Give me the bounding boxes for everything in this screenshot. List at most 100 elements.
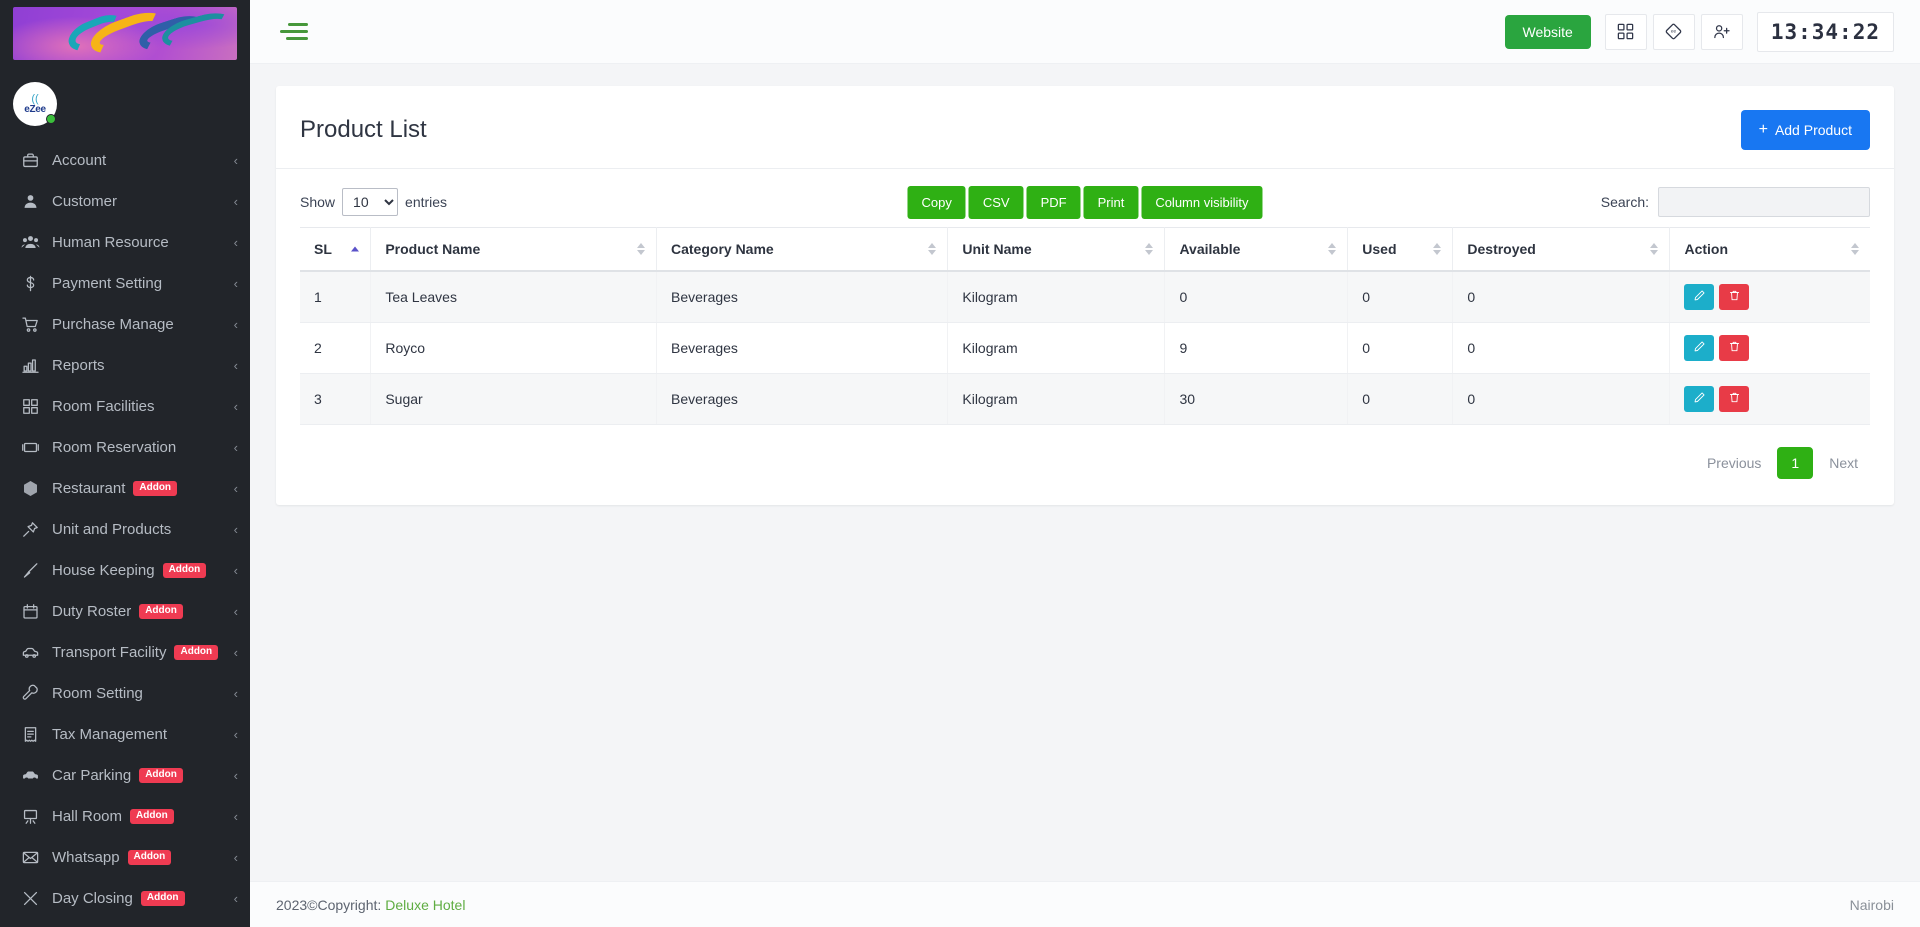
sort-indicator-icon [928,243,937,255]
sidebar: (( eZee Account ‹ Customer ‹ Human Resource ‹… [0,0,250,927]
column-header-product-name[interactable]: Product Name [370,227,657,272]
addon-badge: Addon [140,891,185,906]
addon-badge: Addon [133,481,178,496]
cell-action [1669,322,1870,374]
column-header-sl[interactable]: SL [300,227,372,272]
avatar[interactable]: (( eZee [13,82,57,126]
sidebar-item-tax-management[interactable]: Tax Management ‹ [0,714,250,755]
copy-button[interactable]: Copy [907,185,966,219]
brand-banner-image [13,7,237,60]
sidebar-item-label: Transport Facility [52,644,167,661]
search-input[interactable] [1658,187,1870,217]
edit-button[interactable] [1684,386,1715,412]
briefcase-icon [19,151,41,171]
bar-chart-icon [19,356,41,376]
column-visibility-button[interactable]: Column visibility [1141,185,1263,219]
sidebar-item-label: Restaurant [52,480,126,497]
column-header-unit-name[interactable]: Unit Name [947,227,1166,272]
pagination-next[interactable]: Next [1817,448,1870,478]
sidebar-item-customer[interactable]: Customer ‹ [0,181,250,222]
product-table: SL Product Name Category Name Unit Name Avai… [300,227,1870,425]
website-button[interactable]: Website [1504,14,1591,49]
column-header-available[interactable]: Available [1164,227,1349,272]
svg-text:ee: ee [1671,29,1677,34]
apps-grid-icon[interactable] [1604,13,1647,50]
pdf-button[interactable]: PDF [1026,185,1081,219]
sidebar-item-duty-roster[interactable]: Duty Roster Addon ‹ [0,591,250,632]
sidebar-item-transport-facility[interactable]: Transport Facility Addon ‹ [0,632,250,673]
column-header-destroyed[interactable]: Destroyed [1452,227,1671,272]
pin-icon [19,520,41,540]
print-button[interactable]: Print [1083,185,1139,219]
cell-destroyed: 0 [1452,271,1671,323]
table-body: 1 Tea Leaves Beverages Kilogram 0 0 0 2 Royco Bev… [300,271,1870,425]
sidebar-item-house-keeping[interactable]: House Keeping Addon ‹ [0,550,250,591]
menu-toggle-icon[interactable] [276,17,312,46]
chevron-left-icon: ‹ [233,645,238,660]
sidebar-item-day-closing[interactable]: Day Closing Addon ‹ [0,878,250,919]
sidebar-item-label: Day Closing [52,890,133,907]
page-length-select[interactable]: 102550100 [342,188,399,216]
sidebar-item-label: Hall Room [52,808,123,825]
diamond-badge-icon[interactable]: ee [1652,13,1695,50]
sidebar-item-reports[interactable]: Reports ‹ [0,345,250,386]
cell-available: 30 [1164,373,1349,425]
column-header-used[interactable]: Used [1347,227,1454,272]
search-control: Search: [1601,187,1870,217]
column-header-label: Category Name [671,241,774,257]
receipt-icon [19,725,41,745]
sidebar-item-room-setting[interactable]: Room Setting ‹ [0,673,250,714]
car-solid-icon [19,766,41,786]
chevron-left-icon: ‹ [233,891,238,906]
cart-icon [19,315,41,335]
sidebar-item-label: Purchase Manage [52,316,174,333]
cell-product: Royco [370,322,657,374]
sidebar-item-purchase-manage[interactable]: Purchase Manage ‹ [0,304,250,345]
sidebar-item-label: Reports [52,357,105,374]
table-row: 2 Royco Beverages Kilogram 9 0 0 [300,322,1870,374]
sidebar-item-account[interactable]: Account ‹ [0,140,250,181]
sidebar-item-restaurant[interactable]: Restaurant Addon ‹ [0,468,250,509]
footer: 2023©Copyright: Deluxe Hotel Nairobi [250,881,1920,927]
user-icon [19,192,41,212]
sidebar-item-room-reservation[interactable]: Room Reservation ‹ [0,427,250,468]
add-user-icon[interactable] [1700,13,1743,50]
page-title: Product List [300,116,427,143]
column-header-action[interactable]: Action [1669,227,1870,272]
sort-indicator-icon [1145,243,1154,255]
sidebar-item-room-facilities[interactable]: Room Facilities ‹ [0,386,250,427]
sidebar-item-payment-setting[interactable]: Payment Setting ‹ [0,263,250,304]
sidebar-item-label: House Keeping [52,562,155,579]
sidebar-item-unit-and-products[interactable]: Unit and Products ‹ [0,509,250,550]
cell-available: 0 [1164,271,1349,323]
sidebar-item-car-parking[interactable]: Car Parking Addon ‹ [0,755,250,796]
sidebar-item-hall-room[interactable]: Hall Room Addon ‹ [0,796,250,837]
cell-destroyed: 0 [1452,373,1671,425]
calendar-icon [19,602,41,622]
chevron-left-icon: ‹ [233,481,238,496]
edit-button[interactable] [1684,284,1715,310]
footer-location: Nairobi [1849,896,1894,913]
delete-button[interactable] [1719,284,1750,310]
cell-used: 0 [1347,322,1454,374]
pagination-previous[interactable]: Previous [1695,448,1773,478]
edit-button[interactable] [1684,335,1715,361]
addon-badge: Addon [139,768,183,783]
hexagon-icon [19,479,41,499]
cell-category: Beverages [656,271,949,323]
sort-indicator-icon [637,243,645,255]
pagination-page-1[interactable]: 1 [1777,447,1814,479]
clock-display: 13:34:22 [1756,11,1894,52]
delete-button[interactable] [1719,335,1750,361]
sidebar-item-whatsapp[interactable]: Whatsapp Addon ‹ [0,837,250,878]
column-header-category-name[interactable]: Category Name [656,227,949,272]
footer-brand-link[interactable]: Deluxe Hotel [385,897,465,913]
chevron-left-icon: ‹ [233,809,238,824]
cell-sl: 1 [300,271,372,323]
chevron-left-icon: ‹ [233,276,238,291]
add-product-button[interactable]: + Add Product [1740,110,1870,150]
addon-badge: Addon [130,809,174,824]
csv-button[interactable]: CSV [968,185,1024,219]
sidebar-item-human-resource[interactable]: Human Resource ‹ [0,222,250,263]
delete-button[interactable] [1719,386,1750,412]
